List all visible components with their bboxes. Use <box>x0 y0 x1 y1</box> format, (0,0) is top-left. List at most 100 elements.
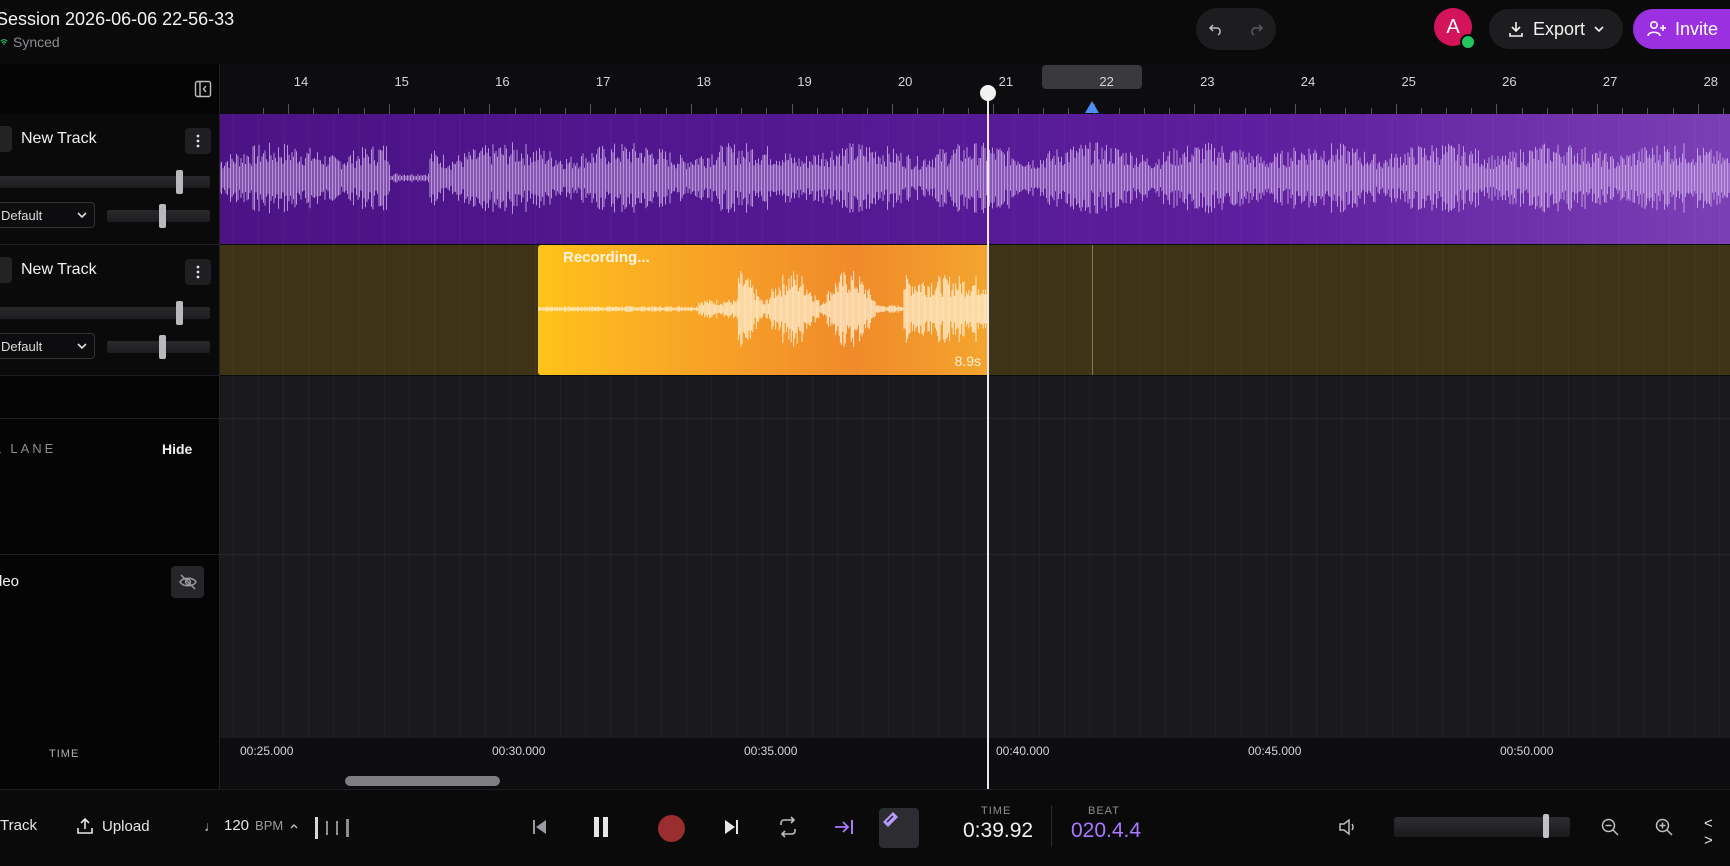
zoom-out-button[interactable] <box>1600 817 1620 837</box>
skip-forward-button[interactable] <box>723 818 739 836</box>
metronome-button[interactable] <box>879 808 919 848</box>
track-name[interactable]: New Track <box>21 261 97 279</box>
ruler-bar-number: 26 <box>1502 74 1517 89</box>
ruler-tick <box>1496 104 1498 114</box>
track-menu-button[interactable] <box>185 128 211 154</box>
ruler-bar-number: 16 <box>495 74 510 89</box>
ruler-bar-number: 14 <box>293 74 309 89</box>
more-vertical-icon <box>196 134 200 148</box>
add-user-icon <box>1647 20 1666 37</box>
beat-readout: 020.4.4 <box>1071 819 1142 842</box>
ruler-bar-number: 18 <box>696 74 712 89</box>
master-volume-thumb[interactable] <box>1543 814 1549 838</box>
recording-duration: 8.9s <box>954 353 981 369</box>
time-axis-label: TIME <box>49 748 80 760</box>
ruler-tick <box>1697 104 1699 114</box>
ruler-bar-number: 24 <box>1300 74 1316 89</box>
volume-button[interactable] <box>1338 818 1358 836</box>
ruler-bar-number: 22 <box>1099 74 1114 89</box>
ruler-bar-number: 28 <box>1703 74 1719 89</box>
export-button[interactable]: Export <box>1489 9 1623 49</box>
redo-button[interactable] <box>1236 8 1276 50</box>
track-preset-value: Default <box>1 207 43 223</box>
ruler-bar-number: 21 <box>998 74 1014 89</box>
automation-lane[interactable] <box>220 419 1730 555</box>
undo-button[interactable] <box>1196 8 1236 50</box>
track-header: New Track Default <box>0 114 219 245</box>
pause-button[interactable] <box>592 816 610 838</box>
ruler-tick <box>1295 104 1296 114</box>
follow-playhead-button[interactable] <box>833 816 855 838</box>
time-axis-tick: 00:40.000 <box>996 744 1050 758</box>
ruler-tick <box>791 104 793 114</box>
ruler-bar-number: 19 <box>797 74 812 89</box>
invite-label: Invite <box>1675 18 1719 39</box>
video-visibility-button[interactable] <box>171 566 204 598</box>
empty-lane[interactable] <box>220 376 1730 419</box>
redo-icon <box>1251 24 1263 36</box>
ruler-bar-number: 15 <box>394 74 409 89</box>
skip-back-icon <box>533 820 546 834</box>
hide-lane-button[interactable]: Hide <box>162 441 192 457</box>
ruler-tick <box>992 104 994 114</box>
eye-off-icon <box>178 574 197 590</box>
speaker-icon <box>1339 818 1354 836</box>
divider <box>1051 805 1052 847</box>
track-expand-toggle[interactable] <box>0 126 12 152</box>
skip-forward-icon <box>725 820 738 834</box>
add-track-label: Track <box>0 817 37 834</box>
time-signature-button[interactable] <box>314 815 354 841</box>
empty-track-slot <box>0 376 219 419</box>
track-menu-button[interactable] <box>185 259 211 285</box>
track-pan-thumb[interactable] <box>159 204 166 228</box>
arrow-to-end-icon <box>835 820 853 834</box>
track-expand-toggle[interactable] <box>0 257 12 283</box>
invite-button[interactable]: Invite <box>1633 9 1730 49</box>
loop-button[interactable] <box>777 816 799 838</box>
video-lane[interactable] <box>220 555 1730 738</box>
pause-icon <box>594 817 608 837</box>
ruler-bar-number: 20 <box>897 74 913 89</box>
track-preset-select[interactable]: Default <box>0 333 95 359</box>
download-icon <box>1509 22 1523 37</box>
track-lane-audio[interactable] <box>219 114 1730 244</box>
ruler-tick <box>388 104 390 114</box>
zoom-in-icon <box>1655 818 1673 836</box>
online-status-dot <box>1460 34 1476 50</box>
recording-clip[interactable]: Recording... 8.9s <box>538 245 989 375</box>
scroll-nav-button[interactable]: < > <box>1704 815 1730 849</box>
session-title[interactable]: Session 2026-06-06 22-56-33 <box>0 9 234 30</box>
playhead-handle[interactable] <box>980 85 996 101</box>
add-track-button[interactable]: Track <box>0 817 37 834</box>
loop-icon <box>780 816 796 838</box>
ruler-tick <box>590 104 592 114</box>
track-name[interactable]: New Track <box>21 130 97 148</box>
record-button[interactable] <box>658 815 685 842</box>
ruler-tick <box>1395 104 1397 114</box>
more-vertical-icon <box>196 265 200 279</box>
ruler-tick <box>489 104 491 114</box>
ruler-bar-number: 27 <box>1602 74 1618 89</box>
time-axis-tick: 00:50.000 <box>1500 744 1554 758</box>
zoom-in-button[interactable] <box>1654 817 1674 837</box>
track-volume-thumb[interactable] <box>176 301 183 325</box>
horizontal-scrollbar[interactable] <box>345 776 500 786</box>
skip-back-button[interactable] <box>532 818 548 836</box>
bpm-unit: BPM <box>255 818 284 833</box>
sidebar-collapse-icon[interactable] <box>194 80 212 98</box>
upload-icon <box>77 817 93 834</box>
edit-cursor-marker[interactable] <box>1085 101 1099 113</box>
waveform <box>219 142 1730 214</box>
upload-button[interactable]: Upload <box>76 817 150 835</box>
time-signature-icon <box>315 817 349 839</box>
track-volume-thumb[interactable] <box>176 170 183 194</box>
track-header: New Track Default <box>0 245 219 376</box>
recording-label: Recording... <box>563 249 650 266</box>
track-preset-select[interactable]: Default <box>0 202 95 228</box>
track-pan-thumb[interactable] <box>159 335 166 359</box>
tempo-control[interactable]: ♩ 120 BPM <box>204 817 299 834</box>
ruler-marks: 14 15 16 17 18 19 20 21 22 23 24 25 26 27 28 <box>220 64 1730 114</box>
upload-label: Upload <box>102 817 150 835</box>
chevron-down-icon <box>77 343 87 350</box>
app-header: Session 2026-06-06 22-56-33 Synced A Exp… <box>0 0 1730 65</box>
